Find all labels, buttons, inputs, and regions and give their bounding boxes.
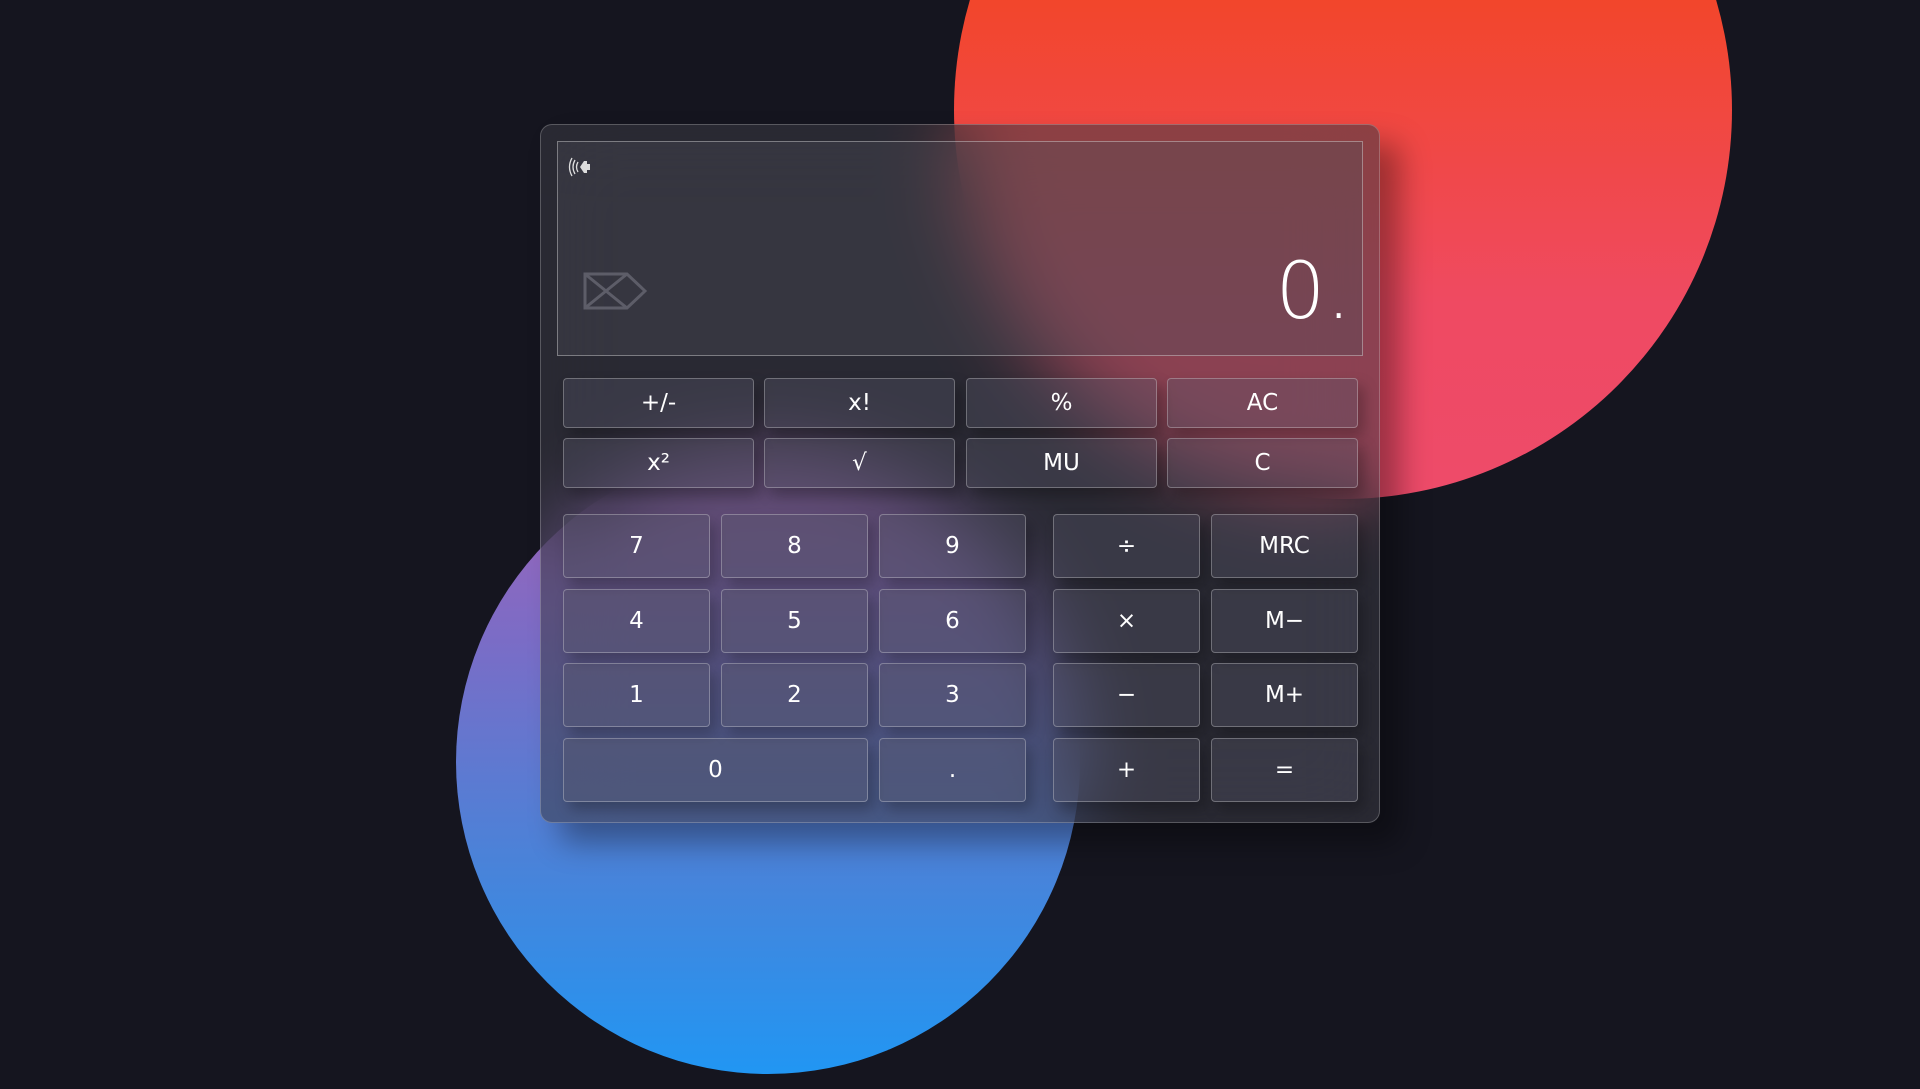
calculator-display: 0. (557, 141, 1363, 356)
digit-9-button[interactable]: 9 (879, 514, 1026, 578)
add-button[interactable]: + (1053, 738, 1200, 802)
digit-8-button[interactable]: 8 (721, 514, 868, 578)
factorial-button[interactable]: x! (764, 378, 955, 428)
all-clear-button[interactable]: AC (1167, 378, 1358, 428)
clear-button[interactable]: C (1167, 438, 1358, 488)
equals-button[interactable]: = (1211, 738, 1358, 802)
square-button[interactable]: x² (563, 438, 754, 488)
speaker-icon[interactable] (568, 156, 594, 178)
memory-recall-button[interactable]: MRC (1211, 514, 1358, 578)
plus-minus-button[interactable]: +/- (563, 378, 754, 428)
memory-plus-button[interactable]: M+ (1211, 663, 1358, 727)
memory-minus-button[interactable]: M− (1211, 589, 1358, 653)
digit-2-button[interactable]: 2 (721, 663, 868, 727)
digit-3-button[interactable]: 3 (879, 663, 1026, 727)
display-value: 0. (1275, 247, 1352, 337)
backspace-icon[interactable] (583, 272, 647, 310)
digit-4-button[interactable]: 4 (563, 589, 710, 653)
decimal-button[interactable]: . (879, 738, 1026, 802)
multiply-button[interactable]: × (1053, 589, 1200, 653)
digit-1-button[interactable]: 1 (563, 663, 710, 727)
sqrt-button[interactable]: √ (764, 438, 955, 488)
digit-0-button[interactable]: 0 (563, 738, 868, 802)
subtract-button[interactable]: − (1053, 663, 1200, 727)
mu-button[interactable]: MU (966, 438, 1157, 488)
percent-button[interactable]: % (966, 378, 1157, 428)
digit-6-button[interactable]: 6 (879, 589, 1026, 653)
calculator: 0. +/- x!% AC x² √ MU C 7 8 9 ÷ MRC 4 5 6 × M− 1 2 3− M+ 0. + = (540, 124, 1380, 823)
divide-button[interactable]: ÷ (1053, 514, 1200, 578)
digit-5-button[interactable]: 5 (721, 589, 868, 653)
digit-7-button[interactable]: 7 (563, 514, 710, 578)
